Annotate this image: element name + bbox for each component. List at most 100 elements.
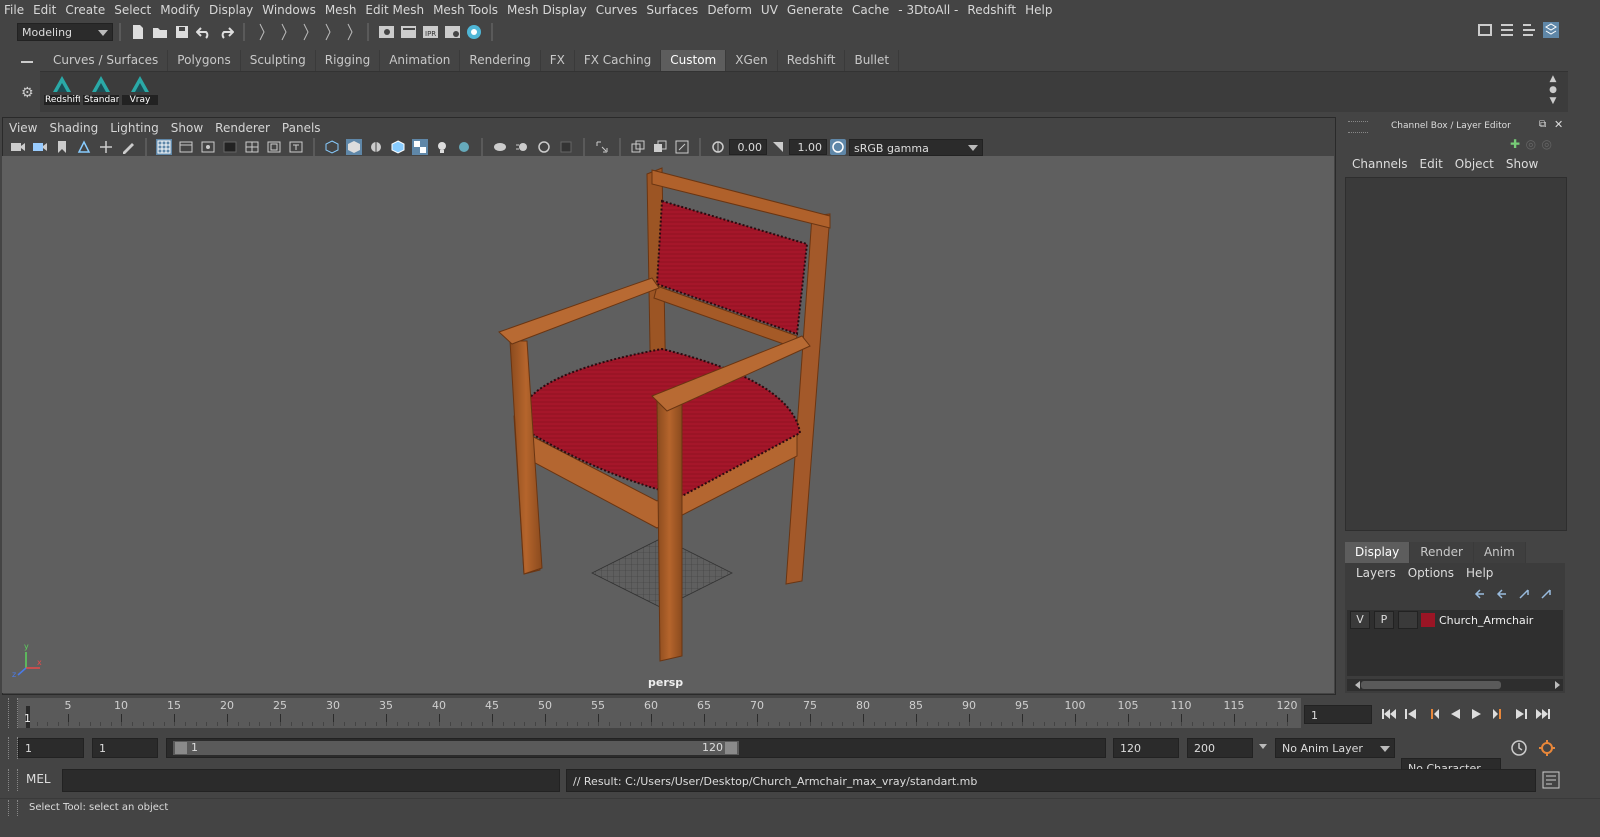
speed-icon[interactable]: ◎ <box>1526 137 1536 151</box>
play-backwards-icon[interactable] <box>1444 703 1466 725</box>
menu-deform[interactable]: Deform <box>707 3 752 17</box>
history-toggle-icon[interactable] <box>342 23 358 41</box>
layer-list-scrollbar[interactable] <box>1347 679 1563 691</box>
render-frame-icon[interactable] <box>400 24 416 40</box>
range-end-handle[interactable] <box>725 742 737 754</box>
shelf-button-vray[interactable]: Vray <box>122 74 158 110</box>
layer-menu-layers[interactable]: Layers <box>1356 566 1396 580</box>
range-start-handle[interactable] <box>175 742 187 754</box>
go-to-start-icon[interactable] <box>1378 703 1400 725</box>
animation-start-field[interactable]: 1 <box>18 738 84 758</box>
hypershade-icon[interactable] <box>466 24 482 40</box>
film-gate-icon[interactable] <box>178 139 194 155</box>
close-panel-icon[interactable]: ✕ <box>1554 118 1563 131</box>
tool-settings-icon[interactable] <box>1521 22 1537 38</box>
help-grip[interactable] <box>8 800 18 816</box>
cb-menu-channels[interactable]: Channels <box>1352 157 1408 171</box>
layer-display-type-toggle[interactable] <box>1398 611 1418 629</box>
step-back-frame-icon[interactable] <box>1400 703 1422 725</box>
playback-start-field[interactable]: 1 <box>92 738 158 758</box>
menu-display[interactable]: Display <box>209 3 253 17</box>
view-transform-dropdown[interactable]: sRGB gamma <box>849 138 983 156</box>
menu-redshift[interactable]: Redshift <box>967 3 1016 17</box>
menu-edit[interactable]: Edit <box>33 3 56 17</box>
shelf-tab-rendering[interactable]: Rendering <box>460 50 541 71</box>
menu-uv[interactable]: UV <box>761 3 778 17</box>
shelf-button-redshift[interactable]: Redshift <box>44 74 80 110</box>
play-forwards-icon[interactable] <box>1466 703 1488 725</box>
snap-toggle-icon[interactable] <box>320 23 336 41</box>
layer-menu-options[interactable]: Options <box>1408 566 1454 580</box>
redo-icon[interactable] <box>218 24 234 40</box>
step-back-key-icon[interactable] <box>1422 703 1444 725</box>
layer-menu-help[interactable]: Help <box>1466 566 1493 580</box>
shelf-tab-polygons[interactable]: Polygons <box>168 50 241 71</box>
script-language-toggle[interactable]: MEL <box>26 772 51 786</box>
cb-menu-show[interactable]: Show <box>1506 157 1538 171</box>
resolution-gate-icon[interactable] <box>200 139 216 155</box>
open-scene-icon[interactable] <box>152 24 168 40</box>
menu-file[interactable]: File <box>4 3 24 17</box>
menu-cache[interactable]: Cache <box>852 3 889 17</box>
mode-dropdown[interactable]: Modeling <box>17 23 113 41</box>
gate-mask-icon[interactable] <box>222 139 238 155</box>
step-forward-key-icon[interactable] <box>1488 703 1510 725</box>
layer-tab-render[interactable]: Render <box>1410 542 1474 563</box>
new-scene-icon[interactable] <box>130 24 146 40</box>
shelf-tab-animation[interactable]: Animation <box>380 50 461 71</box>
hyperbolic-icon[interactable]: ◎ <box>1542 137 1552 151</box>
motion-blur-icon[interactable] <box>514 139 530 155</box>
field-chart-icon[interactable] <box>244 139 260 155</box>
menu-edit-mesh[interactable]: Edit Mesh <box>365 3 424 17</box>
panel-menu-show[interactable]: Show <box>171 121 203 135</box>
timeline-grip[interactable] <box>8 698 18 728</box>
color-management-icon[interactable] <box>830 139 846 155</box>
panel-menu-renderer[interactable]: Renderer <box>215 121 270 135</box>
range-grip[interactable] <box>8 737 18 759</box>
default-material-icon[interactable] <box>368 139 384 155</box>
range-menu-arrow[interactable] <box>1259 744 1267 749</box>
ipr-render-icon[interactable]: IPR <box>422 24 438 40</box>
undo-icon[interactable] <box>196 24 212 40</box>
range-slider[interactable]: 1 120 <box>166 738 1106 758</box>
select-by-object-icon[interactable] <box>276 23 292 41</box>
menu-generate[interactable]: Generate <box>787 3 843 17</box>
panel-grip[interactable] <box>1348 121 1368 133</box>
attribute-editor-icon[interactable] <box>1499 22 1515 38</box>
anti-aliasing-icon[interactable] <box>536 139 552 155</box>
shelf-tab-redshift[interactable]: Redshift <box>778 50 846 71</box>
shelf-settings-icon[interactable]: ⚙ <box>21 85 36 101</box>
textured-icon[interactable] <box>412 139 428 155</box>
shelf-tab-custom[interactable]: Custom <box>661 50 727 71</box>
new-empty-layer-icon[interactable] <box>1517 586 1533 602</box>
panel-menu-shading[interactable]: Shading <box>49 121 98 135</box>
bookmark-icon[interactable] <box>54 139 70 155</box>
animation-end-field[interactable]: 200 <box>1187 738 1253 758</box>
2d-pan-zoom-icon[interactable] <box>98 139 114 155</box>
panel-menu-panels[interactable]: Panels <box>282 121 321 135</box>
channel-box-icon[interactable] <box>1543 22 1559 38</box>
current-frame-field[interactable]: 1 <box>1304 705 1372 724</box>
animation-preferences-icon[interactable] <box>1538 739 1556 760</box>
panel-menu-view[interactable]: View <box>9 121 37 135</box>
shelf-button-standard[interactable]: Standard <box>83 74 119 110</box>
shelf-tab-xgen[interactable]: XGen <box>726 50 778 71</box>
menu-mesh[interactable]: Mesh <box>325 3 357 17</box>
command-input[interactable] <box>62 769 560 792</box>
shadows-icon[interactable] <box>456 139 472 155</box>
exposure-field[interactable]: 0.00 <box>729 139 767 155</box>
render-settings-icon[interactable] <box>444 24 460 40</box>
range-slider-bar[interactable] <box>173 741 739 755</box>
depth-of-field-icon[interactable] <box>558 139 574 155</box>
cb-menu-edit[interactable]: Edit <box>1420 157 1443 171</box>
shelf-tab-rigging[interactable]: Rigging <box>316 50 381 71</box>
script-editor-icon[interactable] <box>1542 771 1560 789</box>
camera-attributes-icon[interactable] <box>32 139 48 155</box>
scroll-thumb[interactable] <box>1361 681 1501 689</box>
gamma-icon[interactable] <box>770 139 786 155</box>
cb-menu-object[interactable]: Object <box>1455 157 1494 171</box>
move-layer-down-icon[interactable] <box>1495 586 1511 602</box>
use-all-lights-icon[interactable] <box>434 139 450 155</box>
modeling-toolkit-icon[interactable] <box>1477 22 1493 38</box>
grid-icon[interactable] <box>156 139 172 155</box>
